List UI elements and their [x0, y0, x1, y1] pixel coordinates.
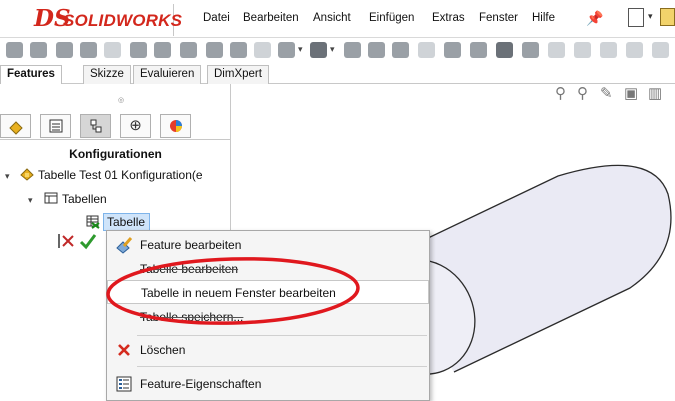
panel-title: Konfigurationen [69, 147, 162, 161]
tab-dimxpert[interactable]: DimXpert [207, 65, 269, 84]
menu-hilfe[interactable]: Hilfe [532, 12, 555, 24]
tree-item-table[interactable]: Tabelle [103, 213, 151, 231]
revolved-cut-icon[interactable] [180, 42, 197, 58]
draft-icon[interactable] [368, 42, 385, 58]
menu-extras[interactable]: Extras [432, 12, 465, 24]
hole-wizard-icon[interactable] [154, 42, 171, 58]
collapse-icon[interactable]: ▾ [28, 195, 33, 206]
shell-icon[interactable] [392, 42, 409, 58]
configurationmanager-tab-icon[interactable] [80, 114, 111, 138]
menu-item-label: Tabelle bearbeiten [140, 262, 239, 276]
panel-grip-icon[interactable]: ◎ [118, 96, 124, 104]
tree-item-configuration[interactable]: Tabelle Test 01 Konfiguration(e [38, 168, 203, 182]
logo-text: SOLIDWORKS [63, 11, 183, 30]
menu-item-label: Feature bearbeiten [140, 238, 242, 252]
menu-bearbeiten[interactable]: Bearbeiten [243, 12, 299, 24]
tab-skizze[interactable]: Skizze [83, 65, 131, 84]
revolved-boss-icon[interactable] [30, 42, 47, 58]
menu-item-edit-table-new-window[interactable]: Tabelle in neuem Fenster bearbeiten [107, 280, 429, 304]
displaymanager-tab-icon[interactable] [160, 114, 191, 138]
menu-item-edit-table[interactable]: Tabelle bearbeiten [107, 257, 429, 281]
menu-separator [137, 335, 427, 336]
rib-icon[interactable] [344, 42, 361, 58]
collapse-icon[interactable]: ▾ [5, 171, 10, 182]
design-table-icon [86, 215, 100, 229]
menu-ansicht[interactable]: Ansicht [313, 12, 351, 24]
fillet-icon[interactable] [278, 42, 295, 58]
edit-feature-icon [116, 237, 133, 254]
wrap-icon[interactable] [418, 42, 435, 58]
menu-item-label: Löschen [140, 343, 186, 357]
command-tabs: Features Skizze Evaluieren DimXpert [0, 62, 675, 84]
tab-evaluieren[interactable]: Evaluieren [133, 65, 202, 84]
reference-geometry-icon[interactable] [470, 42, 487, 58]
menu-fenster[interactable]: Fenster [479, 12, 518, 24]
part-icon [20, 168, 34, 181]
solidworks-logo[interactable]: DS SOLIDWORKS [32, 4, 182, 36]
properties-icon [116, 376, 132, 392]
menu-item-label: Feature-Eigenschaften [140, 377, 262, 391]
menu-item-label: Tabelle speichern... [140, 310, 244, 324]
instant3d-icon[interactable] [522, 42, 539, 58]
scale-icon[interactable] [600, 42, 617, 58]
menu-item-label: Tabelle in neuem Fenster bearbeiten [141, 286, 336, 300]
extruded-cut-icon[interactable] [130, 42, 147, 58]
tree-item-tables[interactable]: Tabellen [62, 192, 107, 206]
menu-separator [137, 366, 427, 367]
menu-einfuegen[interactable]: Einfügen [369, 12, 414, 24]
move-copy-icon[interactable] [652, 42, 669, 58]
chevron-down-icon[interactable]: ▾ [298, 44, 303, 55]
lofted-boss-icon[interactable] [80, 42, 97, 58]
command-toolbar: ▾ ▾ [0, 38, 675, 62]
swept-cut-icon[interactable] [206, 42, 223, 58]
curves-icon[interactable] [496, 42, 513, 58]
chevron-down-icon[interactable]: ▾ [648, 11, 653, 22]
cancel-x-icon[interactable] [57, 232, 77, 250]
intersect-icon[interactable] [444, 42, 461, 58]
delete-x-icon [118, 344, 130, 356]
chevron-down-icon[interactable]: ▾ [330, 44, 335, 55]
combine-icon[interactable] [574, 42, 591, 58]
dimxpertmanager-tab-icon[interactable]: ⊕ [120, 114, 151, 138]
extruded-boss-icon[interactable] [6, 42, 23, 58]
split-icon[interactable] [548, 42, 565, 58]
open-document-icon[interactable] [660, 8, 675, 26]
menu-item-delete[interactable]: Löschen [107, 338, 429, 362]
menu-item-edit-feature[interactable]: Feature bearbeiten [107, 233, 429, 257]
menu-item-feature-properties[interactable]: Feature-Eigenschaften [107, 372, 429, 396]
mirror-icon[interactable] [626, 42, 643, 58]
context-menu: Feature bearbeiten Tabelle bearbeiten Ta… [106, 230, 430, 401]
tables-folder-icon [44, 192, 58, 204]
manager-tabs: ⊕ [0, 112, 231, 140]
boundary-boss-icon[interactable] [104, 42, 121, 58]
confirm-check-icon[interactable] [79, 232, 97, 250]
title-bar: DS SOLIDWORKS Datei Bearbeiten Ansicht E… [0, 0, 675, 38]
featuremanager-tab-icon[interactable] [0, 114, 31, 138]
menu-datei[interactable]: Datei [203, 12, 230, 24]
swept-boss-icon[interactable] [56, 42, 73, 58]
menu-item-save-table[interactable]: Tabelle speichern... [107, 305, 429, 329]
linear-pattern-icon[interactable] [310, 42, 327, 58]
boundary-cut-icon[interactable] [254, 42, 271, 58]
pin-icon[interactable]: 📌 [586, 10, 603, 27]
tab-features[interactable]: Features [0, 65, 62, 84]
new-document-icon[interactable] [628, 8, 644, 27]
propertymanager-tab-icon[interactable] [40, 114, 71, 138]
lofted-cut-icon[interactable] [230, 42, 247, 58]
